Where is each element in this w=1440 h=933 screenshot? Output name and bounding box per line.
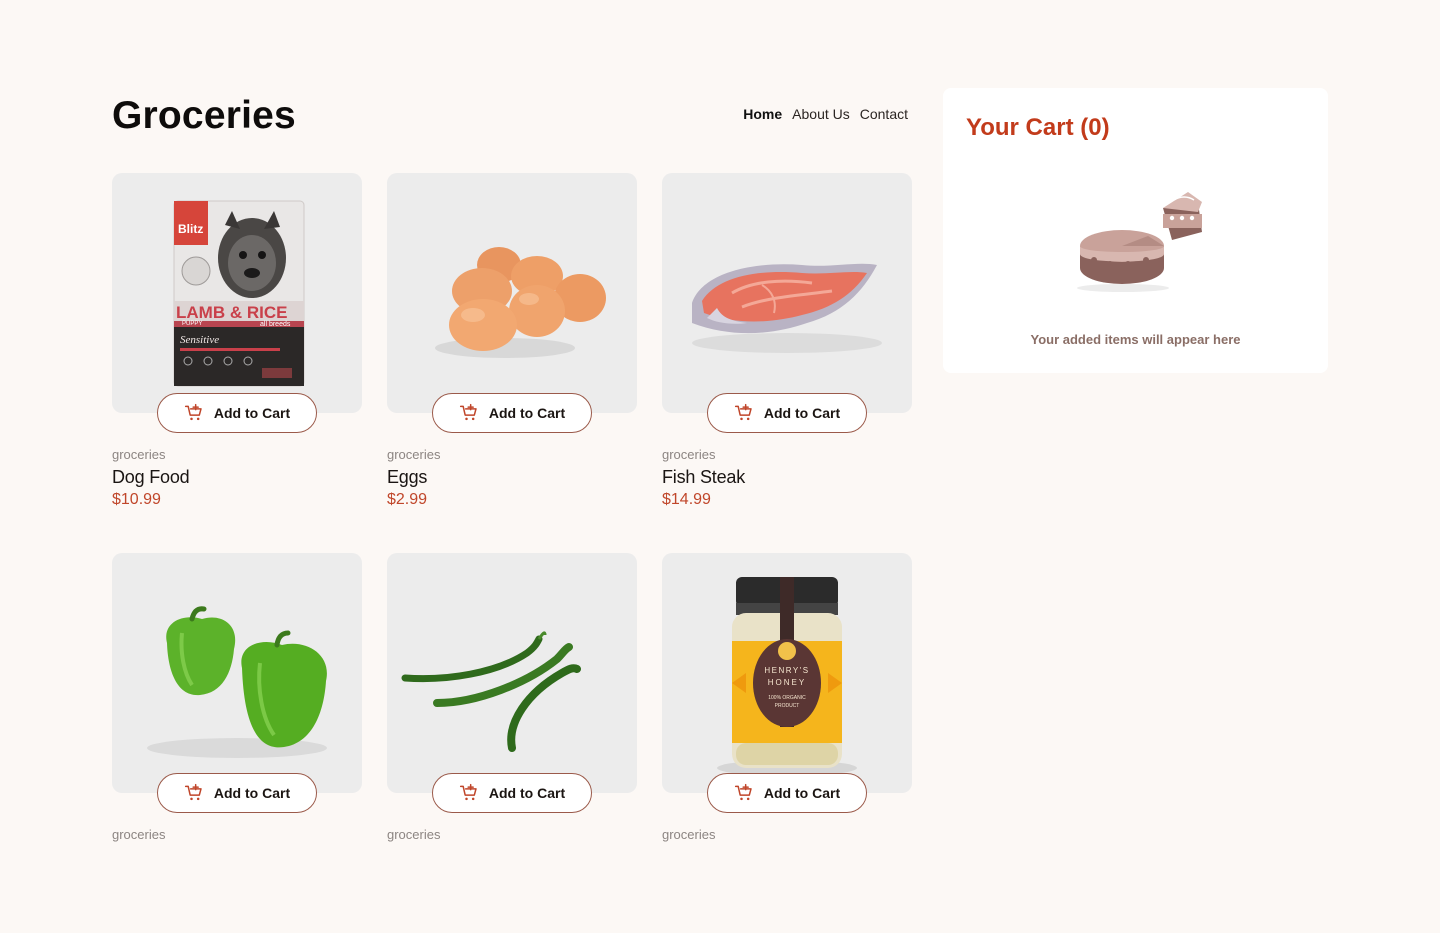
add-to-cart-label: Add to Cart [488,405,566,421]
honey-tag-line1: 100% ORGANIC [768,695,806,701]
add-to-cart-label: Add to Cart [488,785,566,801]
product-price: $2.99 [387,491,428,508]
add-to-cart-button[interactable]: Add to Cart [157,773,317,813]
nav-about-us[interactable]: About Us [792,106,850,122]
add-to-cart-button[interactable]: Add to Cart [432,393,592,433]
product-card: Add to Cart groceries Eggs $2.99 [387,173,637,553]
add-to-cart-label: Add to Cart [213,405,291,421]
dog-food-variant: Sensitive [180,334,219,346]
product-image[interactable]: Add to Cart [662,173,912,433]
product-category: groceries [662,447,716,462]
fish-steak-image [692,263,882,353]
add-to-cart-button[interactable]: Add to Cart [157,393,317,433]
cart-plus-icon [734,403,752,421]
cart-title: Your Cart (0) [966,114,1110,141]
header: Groceries Home About Us Contact [112,92,912,140]
product-category: groceries [387,447,441,462]
product-card: Add to Cart groceries [112,553,362,933]
product-price: $10.99 [112,491,161,508]
cart-plus-icon [184,403,202,421]
dog-food-breeds: all breeds [260,321,291,328]
product-image[interactable]: Add to Cart [387,173,637,433]
dog-food-age: PUPPY [182,321,202,327]
honey-tag-line2: PRODUCT [775,703,800,709]
page-title: Groceries [112,94,296,137]
product-category: groceries [112,447,166,462]
product-card: Add to Cart groceries [387,553,637,933]
add-to-cart-button[interactable]: Add to Cart [707,393,867,433]
nav-contact[interactable]: Contact [860,106,908,122]
cart-plus-icon [459,783,477,801]
dog-food-flavour: LAMB & RICE [176,303,287,322]
main-nav: Home About Us Contact [743,106,908,122]
add-to-cart-button[interactable]: Add to Cart [707,773,867,813]
green-chillies-image [401,631,581,752]
product-card: HENRY'S HONEY 100% ORGANIC PRODUCT Add t… [662,553,912,933]
product-grid: Blitz LAMB & RICE PUPPY all breeds Sensi… [112,173,912,933]
add-to-cart-button[interactable]: Add to Cart [432,773,592,813]
product-card: Blitz LAMB & RICE PUPPY all breeds Sensi… [112,173,362,553]
dog-food-brand: Blitz [178,222,203,236]
cart-plus-icon [459,403,477,421]
honey-jar-image: HENRY'S HONEY 100% ORGANIC PRODUCT [717,577,857,776]
cart-empty-message: Your added items will appear here [1030,332,1241,347]
product-image[interactable]: Add to Cart [387,553,637,813]
product-image[interactable]: HENRY'S HONEY 100% ORGANIC PRODUCT Add t… [662,553,912,813]
nav-home[interactable]: Home [743,106,782,122]
cart-plus-icon [734,783,752,801]
cake-illustration [1077,192,1202,292]
product-image[interactable]: Blitz LAMB & RICE PUPPY all breeds Sensi… [112,173,362,433]
eggs-image [435,247,606,358]
add-to-cart-label: Add to Cart [213,785,291,801]
add-to-cart-label: Add to Cart [763,405,841,421]
green-peppers-image [147,606,327,758]
product-name[interactable]: Fish Steak [662,467,745,488]
product-name[interactable]: Dog Food [112,467,190,488]
product-card: Add to Cart groceries Fish Steak $14.99 [662,173,912,553]
honey-brand-line2: HONEY [768,678,806,687]
honey-brand-line1: HENRY'S [764,666,809,675]
product-name[interactable]: Eggs [387,467,427,488]
product-price: $14.99 [662,491,711,508]
dog-food-bag-image: Blitz LAMB & RICE PUPPY all breeds Sensi… [173,200,305,387]
add-to-cart-label: Add to Cart [763,785,841,801]
product-image[interactable]: Add to Cart [112,553,362,813]
cart-panel: Your Cart (0) Your added items will appe… [943,88,1328,373]
cart-plus-icon [184,783,202,801]
